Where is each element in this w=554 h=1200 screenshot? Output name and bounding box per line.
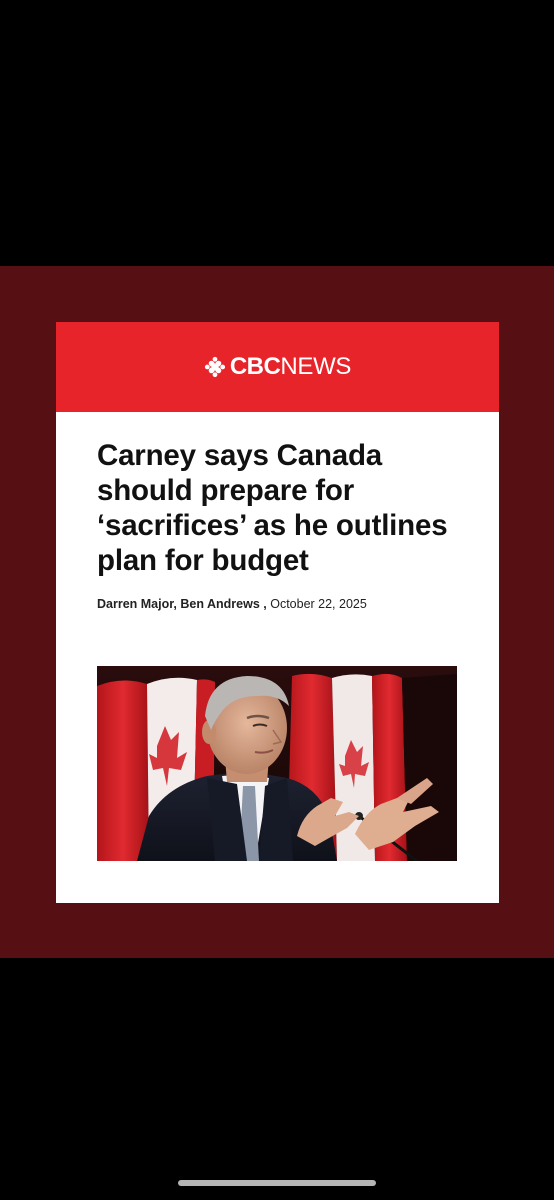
cbc-gem-icon — [204, 356, 225, 378]
logo-cbc-text: CBC — [229, 353, 281, 380]
logo-news-text: NEWS — [280, 353, 352, 380]
cbc-news-logo: CBC NEWS — [56, 322, 499, 412]
article-authors: Darren Major, Ben Andrews , — [97, 597, 267, 611]
article-card[interactable]: CBC NEWS Carney says Canada should prepar… — [56, 322, 499, 903]
article-photo[interactable] — [97, 666, 457, 861]
cbc-news-header: CBC NEWS — [56, 322, 499, 412]
home-indicator-bar[interactable] — [178, 1180, 376, 1186]
article-headline[interactable]: Carney says Canada should prepare for ‘s… — [97, 438, 477, 578]
article-byline: Darren Major, Ben Andrews , October 22, … — [97, 597, 367, 611]
article-date: October 22, 2025 — [270, 597, 367, 611]
article-photo-image — [97, 666, 457, 861]
